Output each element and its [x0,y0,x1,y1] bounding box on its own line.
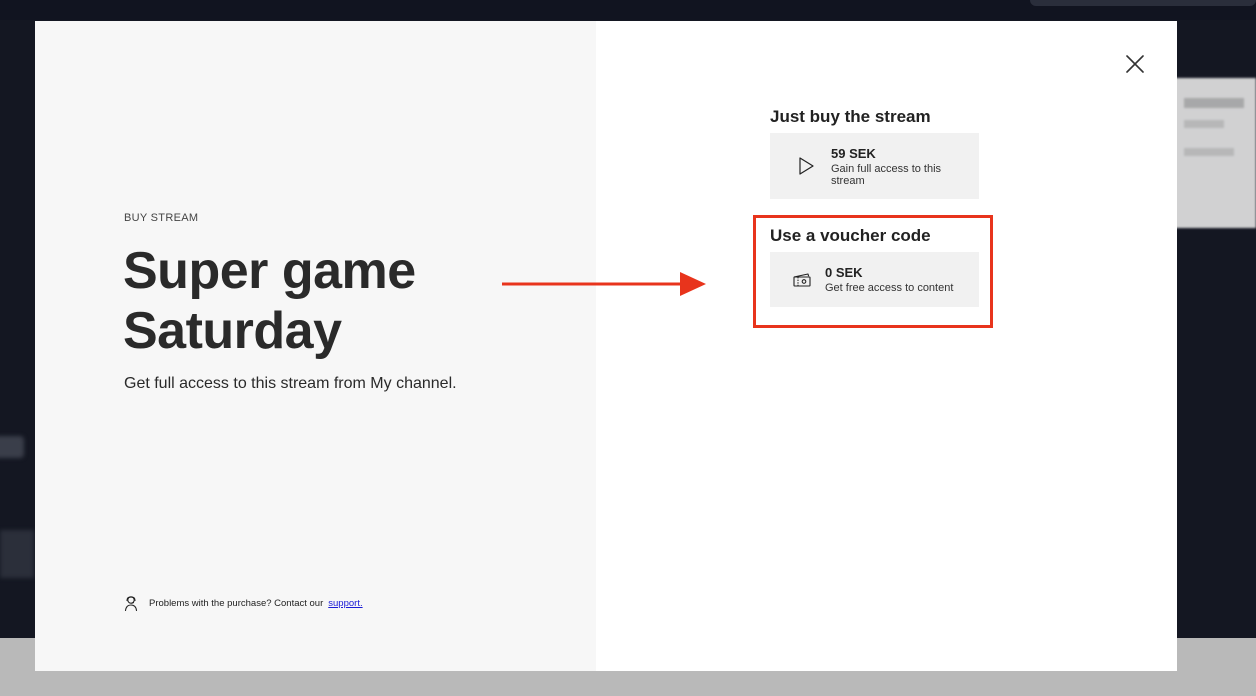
background-topbar-strip [1030,0,1256,6]
background-card-line [1184,98,1244,108]
background-card-line [1184,148,1234,156]
support-notice: Problems with the purchase? Contact our … [122,594,363,612]
voucher-option-text: 0 SEK Get free access to content [825,265,953,294]
voucher-description: Get free access to content [825,282,954,294]
background-card-line [1184,120,1224,128]
buy-stream-price: 59 SEK [831,145,876,161]
purchase-options-panel: Just buy the stream 59 SEK Gain full acc… [596,21,1177,671]
support-text: Problems with the purchase? Contact our [149,597,324,609]
voucher-heading: Use a voucher code [770,226,931,245]
stream-title: Super game Saturday [123,242,416,360]
support-link[interactable]: support. [328,598,362,609]
play-icon [794,154,818,178]
stream-subtitle: Get full access to this stream from My c… [124,375,457,392]
support-agent-icon [122,594,140,612]
background-card [1170,78,1256,228]
ticket-icon [790,268,814,292]
voucher-option[interactable]: 0 SEK Get free access to content [770,252,979,307]
voucher-price: 0 SEK [825,265,863,280]
buy-stream-option[interactable]: 59 SEK Gain full access to this stream [770,133,979,199]
buy-stream-description: Gain full access to this stream [831,162,942,187]
modal-eyebrow: BUY STREAM [124,212,199,224]
background-topbar [0,0,1256,20]
buy-stream-option-text: 59 SEK Gain full access to this stream [831,146,961,187]
close-icon [1126,55,1144,73]
stream-info-panel: BUY STREAM Super game Saturday Get full … [35,21,596,671]
buy-stream-heading: Just buy the stream [770,107,931,126]
background-block [0,530,34,578]
close-button[interactable] [1123,52,1147,76]
buy-stream-modal: BUY STREAM Super game Saturday Get full … [35,21,1177,671]
background-text-fragment [0,436,24,458]
